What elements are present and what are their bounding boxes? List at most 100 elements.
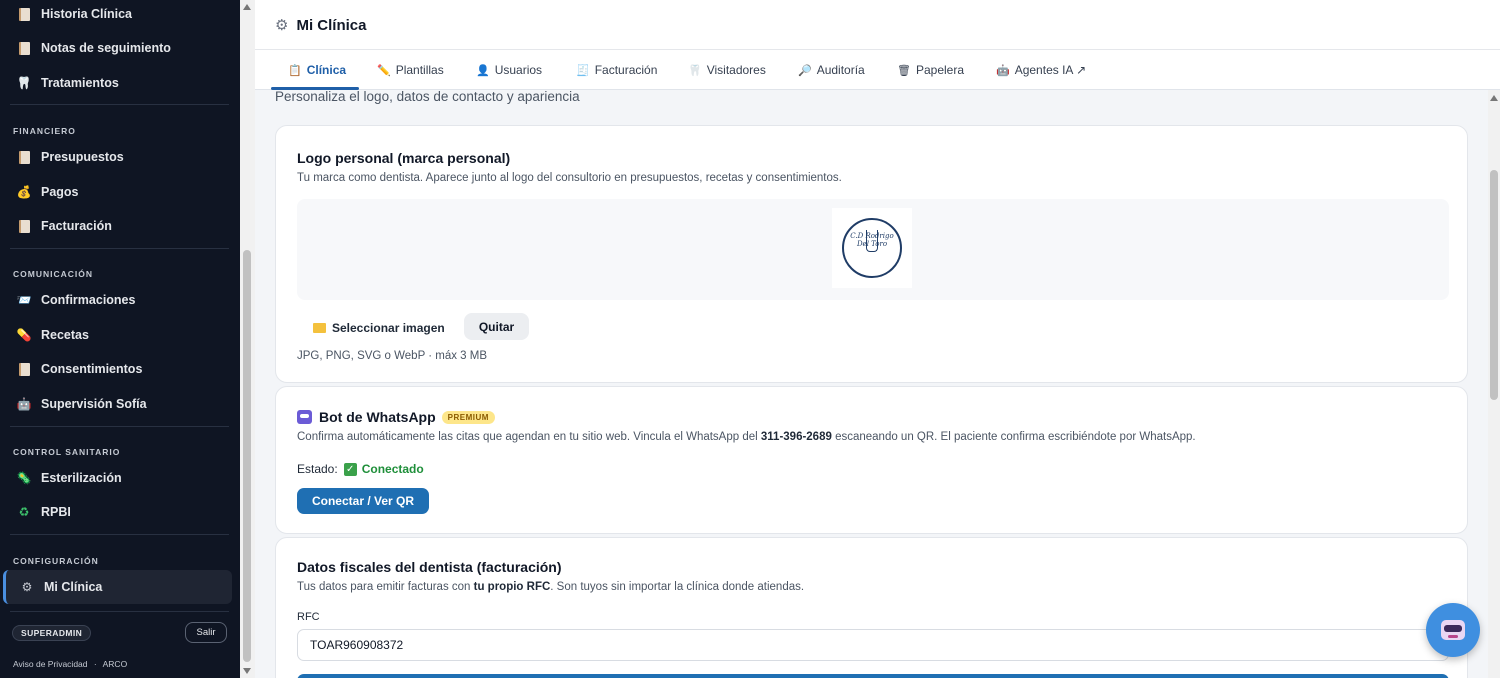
sidebar-item-label: Esterilización [41, 471, 122, 485]
tab-facturacion[interactable]: 🧾 Facturación [576, 50, 657, 90]
sidebar-divider [10, 248, 229, 249]
sidebar: Historia Clínica Notas de seguimiento 🦷 … [0, 0, 240, 678]
tab-label: Agentes IA ↗ [1014, 63, 1087, 77]
document-icon [16, 361, 32, 377]
folder-icon [313, 323, 326, 333]
rfc-input[interactable]: TOAR960908372 [297, 629, 1449, 661]
microbe-icon: 🦠 [16, 471, 32, 485]
sidebar-item-confirmaciones[interactable]: 📨 Confirmaciones [0, 284, 232, 316]
sidebar-item-label: Historia Clínica [41, 7, 132, 21]
section-label-comunicacion: COMUNICACIÓN [13, 269, 93, 279]
desc-text: . Son tuyos sin importar la clínica dond… [550, 581, 805, 593]
arco-link[interactable]: ARCO [103, 659, 128, 669]
tab-papelera[interactable]: 🗑 Papelera [897, 50, 964, 90]
sidebar-divider [10, 611, 229, 612]
assistant-fab-button[interactable] [1426, 603, 1480, 657]
whatsapp-bot-card: Bot de WhatsApp PREMIUM Confirma automát… [275, 386, 1468, 534]
scroll-up-arrow-icon[interactable] [243, 4, 251, 10]
card-title-text: Bot de WhatsApp [319, 409, 436, 425]
scroll-up-arrow-icon[interactable] [1490, 95, 1498, 101]
status-label: Estado: [297, 462, 338, 476]
tab-label: Clínica [306, 63, 347, 77]
logo-text-line: Del Toro [856, 240, 888, 248]
incoming-envelope-icon: 📨 [16, 293, 32, 307]
connect-qr-button[interactable]: Conectar / Ver QR [297, 488, 429, 514]
sidebar-item-label: Notas de seguimiento [41, 41, 171, 55]
sidebar-item-presupuestos[interactable]: Presupuestos [0, 141, 232, 173]
sidebar-item-label: Presupuestos [41, 150, 124, 164]
scroll-down-arrow-icon[interactable] [243, 668, 251, 674]
robot-icon [297, 410, 312, 424]
scrollbar-thumb[interactable] [1490, 170, 1498, 400]
logo-text: C.D Rodrigo Del Toro [846, 232, 898, 248]
tab-agentes-ia[interactable]: 🤖 Agentes IA ↗ [996, 50, 1086, 90]
sidebar-item-esterilizacion[interactable]: 🦠 Esterilización [0, 462, 232, 494]
select-image-button[interactable]: Seleccionar imagen [297, 314, 461, 342]
card-title: Bot de WhatsApp PREMIUM [297, 409, 495, 425]
section-label-control-sanitario: CONTROL SANITARIO [13, 447, 121, 457]
sidebar-footer: Aviso de Privacidad · ARCO [13, 659, 131, 669]
tab-plantillas[interactable]: ✏️ Plantillas [377, 50, 444, 90]
desc-bold: tu propio RFC [473, 581, 551, 593]
sidebar-item-label: Pagos [41, 185, 79, 199]
remove-logo-button[interactable]: Quitar [464, 313, 529, 340]
tab-usuarios[interactable]: 👤 Usuarios [476, 50, 542, 90]
fiscal-data-card: Datos fiscales del dentista (facturación… [275, 537, 1468, 678]
premium-badge: PREMIUM [441, 410, 495, 424]
card-title: Datos fiscales del dentista (facturación… [297, 559, 562, 575]
document-icon [16, 149, 32, 165]
tab-visitadores[interactable]: 🦷 Visitadores [688, 50, 766, 90]
sidebar-item-recetas[interactable]: 💊 Recetas [0, 319, 232, 351]
robot-icon [1441, 620, 1465, 640]
page-title: ⚙ Mi Clínica [275, 16, 367, 35]
sidebar-item-rpbi[interactable]: ♻ RPBI [0, 496, 232, 528]
sidebar-item-consentimientos[interactable]: Consentimientos [0, 353, 232, 385]
robot-icon: 🤖 [996, 64, 1010, 77]
content-scrollbar[interactable] [1488, 90, 1500, 678]
scrollbar-thumb[interactable] [243, 250, 251, 662]
robot-icon: 🤖 [16, 397, 32, 411]
tab-label: Facturación [594, 63, 658, 77]
submit-button-partial[interactable] [297, 674, 1449, 678]
sidebar-item-label: Consentimientos [41, 362, 143, 376]
page-title-text: Mi Clínica [296, 16, 367, 34]
sidebar-item-label: Tratamientos [41, 76, 119, 90]
sidebar-item-historia-clinica[interactable]: Historia Clínica [0, 0, 232, 30]
tab-clinica[interactable]: 📋 Clínica [288, 50, 346, 90]
sidebar-item-tratamientos[interactable]: 🦷 Tratamientos [0, 67, 232, 99]
sidebar-item-label: Mi Clínica [44, 580, 103, 594]
gear-icon: ⚙ [21, 580, 33, 594]
card-title: Logo personal (marca personal) [297, 150, 511, 166]
sidebar-item-mi-clinica[interactable]: ⚙ Mi Clínica [3, 570, 232, 604]
sidebar-item-label: Facturación [41, 219, 112, 233]
sidebar-item-label: Supervisión Sofía [41, 397, 147, 411]
sidebar-divider [10, 104, 229, 105]
sidebar-item-label: Confirmaciones [41, 293, 136, 307]
privacy-link[interactable]: Aviso de Privacidad [13, 659, 88, 669]
section-label-financiero: FINANCIERO [13, 126, 76, 136]
logo-image: C.D Rodrigo Del Toro [832, 208, 912, 288]
tab-auditoria[interactable]: 🔎 Auditoría [798, 50, 865, 90]
card-description: Tus datos para emitir facturas con tu pr… [297, 581, 804, 593]
receipt-icon [16, 218, 32, 234]
logout-button[interactable]: Salir [185, 622, 227, 643]
recycle-icon: ♻ [18, 505, 30, 519]
sidebar-item-facturacion[interactable]: Facturación [0, 210, 232, 242]
card-description: Confirma automáticamente las citas que a… [297, 431, 1196, 443]
sidebar-divider [10, 534, 229, 535]
tooth-icon: 🦷 [688, 64, 702, 77]
desc-text: Confirma automáticamente las citas que a… [297, 431, 761, 443]
desc-text: escaneando un QR. El paciente confirma e… [831, 431, 1196, 443]
tab-label: Usuarios [494, 63, 543, 77]
sidebar-scrollbar[interactable] [240, 0, 255, 678]
rfc-label: RFC [297, 611, 320, 623]
sidebar-item-label: RPBI [41, 505, 71, 519]
select-image-label: Seleccionar imagen [332, 321, 445, 335]
money-bag-icon: 💰 [16, 185, 32, 199]
sidebar-item-supervision-sofia[interactable]: 🤖 Supervisión Sofía [0, 388, 232, 420]
sidebar-item-pagos[interactable]: 💰 Pagos [0, 176, 232, 208]
sidebar-item-notas-seguimiento[interactable]: Notas de seguimiento [0, 32, 232, 64]
tab-label: Visitadores [706, 63, 766, 77]
role-badge: SUPERADMIN [12, 625, 92, 641]
gear-icon: ⚙ [275, 17, 289, 34]
